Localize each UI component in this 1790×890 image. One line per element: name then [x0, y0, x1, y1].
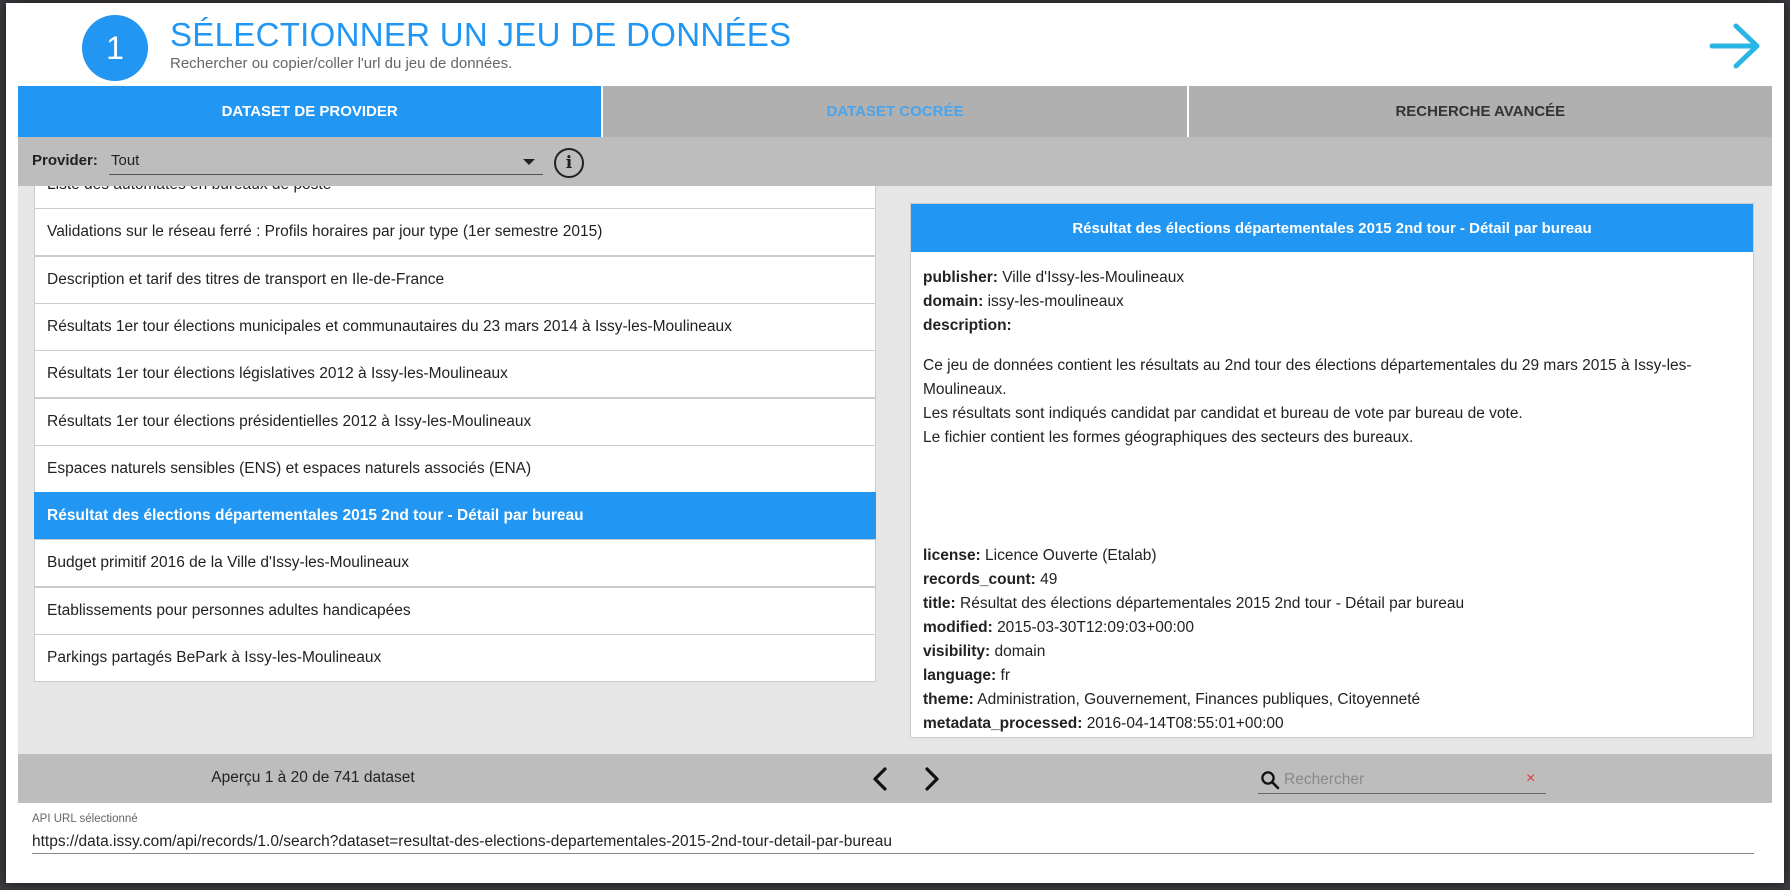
detail-field-row: visibility: domain — [923, 640, 1741, 664]
dataset-detail-panel: Résultat des élections départementales 2… — [910, 203, 1754, 738]
provider-label: Provider: — [32, 152, 98, 169]
detail-title: Résultat des élections départementales 2… — [911, 204, 1753, 252]
step-number-badge: 1 — [82, 15, 148, 81]
search-box: × — [1258, 766, 1546, 794]
dataset-list-item[interactable]: Budget primitif 2016 de la Ville d'Issy-… — [34, 539, 876, 588]
source-tabs: DATASET DE PROVIDER DATASET COCRÉE RECHERC… — [18, 86, 1772, 137]
provider-select[interactable]: Tout — [109, 149, 543, 175]
api-url-field[interactable]: https://data.issy.com/api/records/1.0/se… — [32, 831, 1754, 854]
dataset-list-item[interactable]: Description et tarif des titres de trans… — [34, 255, 876, 304]
clear-search-icon[interactable]: × — [1526, 770, 1535, 788]
detail-field-domain: domain: issy-les-moulineaux — [923, 290, 1741, 314]
field-value: 2016-04-14T08:55:01+00:00 — [1086, 715, 1284, 732]
field-key: title: — [923, 595, 956, 612]
detail-fields: license: Licence Ouverte (Etalab) records… — [923, 544, 1741, 737]
tab-advanced-search[interactable]: RECHERCHE AVANCÉE — [1186, 86, 1772, 137]
detail-field-row: records_count: 49 — [923, 568, 1741, 592]
content-area: Liste des automates en bureaux de posteV… — [18, 186, 1772, 754]
field-key: theme: — [923, 691, 974, 708]
dataset-list-item[interactable]: Espaces naturels sensibles (ENS) et espa… — [34, 444, 876, 493]
field-value: Licence Ouverte (Etalab) — [985, 547, 1157, 564]
field-key: visibility: — [923, 643, 991, 660]
chevron-left-icon[interactable] — [868, 766, 894, 792]
field-key: records_count: — [923, 571, 1036, 588]
field-key: domain: — [923, 293, 984, 310]
detail-body: publisher: Ville d'Issy-les-Moulineaux d… — [911, 252, 1753, 737]
detail-field-row: metadata_processed: 2016-04-14T08:55:01+… — [923, 712, 1741, 736]
field-value: domain — [994, 643, 1046, 660]
dataset-list-item[interactable]: Validations sur le réseau ferré : Profil… — [34, 208, 876, 257]
field-key: metadata_processed: — [923, 715, 1083, 732]
dataset-list-item[interactable]: Parkings partagés BePark à Issy-les-Moul… — [34, 634, 876, 682]
pagination-summary: Aperçu 1 à 20 de 741 dataset — [211, 769, 415, 786]
dataset-list-item[interactable]: Résultats 1er tour élections présidentie… — [34, 397, 876, 446]
description-line: Le fichier contient les formes géographi… — [923, 429, 1414, 446]
dataset-list[interactable]: Liste des automates en bureaux de posteV… — [34, 186, 878, 738]
field-value: Ville d'Issy-les-Moulineaux — [1002, 269, 1185, 286]
pagination-bar: Aperçu 1 à 20 de 741 dataset × — [18, 754, 1772, 803]
detail-field-row: keyword: élection, élections, départemen… — [923, 736, 1741, 737]
field-key: modified: — [923, 619, 993, 636]
field-value: Administration, Gouvernement, Finances p… — [977, 691, 1421, 708]
field-value: issy-les-moulineaux — [987, 293, 1124, 310]
provider-bar: Provider: Tout i — [18, 137, 1772, 186]
dataset-list-item[interactable]: Résultats 1er tour élections municipales… — [34, 302, 876, 351]
description-line: Les résultats sont indiqués candidat par… — [923, 405, 1523, 422]
provider-selected-value: Tout — [111, 152, 140, 169]
search-icon — [1261, 771, 1280, 790]
chevron-right-icon[interactable] — [918, 766, 944, 792]
detail-field-description: description: — [923, 314, 1741, 338]
dataset-list-item[interactable]: Liste des automates en bureaux de poste — [34, 186, 876, 209]
tab-cocree[interactable]: DATASET COCRÉE — [601, 86, 1187, 137]
api-url-area: API URL sélectionné https://data.issy.co… — [18, 803, 1772, 875]
info-icon[interactable]: i — [554, 148, 584, 178]
field-value: 49 — [1040, 571, 1058, 588]
api-url-label: API URL sélectionné — [32, 813, 138, 825]
page-title: SÉLECTIONNER UN JEU DE DONNÉES — [170, 16, 792, 53]
detail-field-row: theme: Administration, Gouvernement, Fin… — [923, 688, 1741, 712]
field-value: Résultat des élections départementales 2… — [960, 595, 1465, 612]
field-key: description: — [923, 317, 1012, 334]
field-key: language: — [923, 667, 997, 684]
field-value: 2015-03-30T12:09:03+00:00 — [997, 619, 1194, 636]
tab-provider[interactable]: DATASET DE PROVIDER — [18, 86, 602, 137]
dataset-list-item[interactable]: Résultats 1er tour élections législative… — [34, 350, 876, 399]
description-text: Ce jeu de données contient les résultats… — [923, 354, 1741, 450]
next-arrow-icon[interactable] — [1708, 21, 1764, 71]
detail-field-row: title: Résultat des élections départemen… — [923, 592, 1741, 616]
field-key: publisher: — [923, 269, 998, 286]
dialog-header: 1 SÉLECTIONNER UN JEU DE DONNÉES Recherc… — [6, 3, 1784, 87]
dropdown-caret-icon — [523, 159, 535, 165]
detail-field-row: modified: 2015-03-30T12:09:03+00:00 — [923, 616, 1741, 640]
dataset-list-item[interactable]: Résultat des élections départementales 2… — [34, 492, 876, 541]
detail-field-row: license: Licence Ouverte (Etalab) — [923, 544, 1741, 568]
dataset-selection-dialog: 1 SÉLECTIONNER UN JEU DE DONNÉES Recherc… — [6, 3, 1784, 883]
description-line: Ce jeu de données contient les résultats… — [923, 357, 1692, 398]
dataset-list-item[interactable]: Etablissements pour personnes adultes ha… — [34, 586, 876, 635]
field-value: fr — [1000, 667, 1010, 684]
page-subtitle: Rechercher ou copier/coller l'url du jeu… — [170, 55, 513, 72]
detail-field-row: language: fr — [923, 664, 1741, 688]
field-key: license: — [923, 547, 981, 564]
detail-field-publisher: publisher: Ville d'Issy-les-Moulineaux — [923, 266, 1741, 290]
search-input[interactable] — [1282, 768, 1522, 792]
